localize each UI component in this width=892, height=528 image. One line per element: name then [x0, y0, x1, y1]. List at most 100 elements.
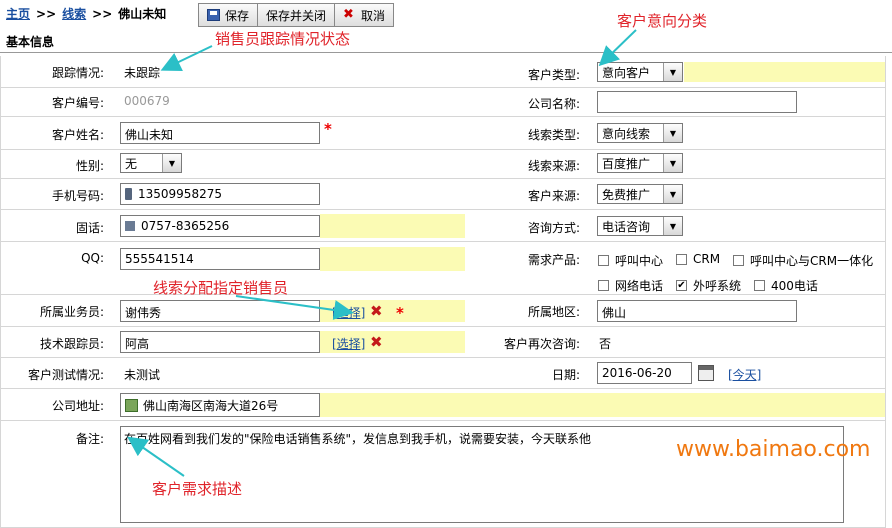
qq-input[interactable]: 555541514	[120, 248, 320, 270]
mobile-phone-icon	[125, 188, 132, 200]
lead-type-select[interactable]: 意向线索 ▼	[597, 123, 683, 143]
breadcrumb-leads-link[interactable]: 线索	[62, 7, 86, 21]
cancel-button[interactable]: ✖ 取消	[335, 4, 393, 26]
product-option-label: 呼叫中心与CRM一体化	[750, 254, 874, 268]
customer-no-value: 000679	[124, 94, 170, 108]
landline-label: 固话:	[75, 221, 104, 235]
re-inquiry-label: 客户再次咨询:	[503, 337, 580, 351]
cancel-button-label: 取消	[361, 8, 386, 23]
clear-tech-tracker-icon[interactable]: ✖	[370, 333, 383, 351]
product-option-label: 外呼系统	[693, 279, 742, 293]
landline-input[interactable]: 0757-8365256	[120, 215, 320, 237]
close-icon: ✖	[343, 7, 354, 22]
qq-label: QQ:	[81, 251, 104, 265]
customer-type-select[interactable]: 意向客户 ▼	[597, 62, 683, 82]
section-divider	[0, 52, 892, 53]
telephone-icon	[125, 221, 135, 231]
grid-border-right	[885, 56, 886, 527]
gender-select-value: 无	[125, 156, 138, 171]
breadcrumb-separator: >>	[36, 7, 57, 21]
product-checkbox[interactable]: 400电话	[754, 277, 818, 294]
tracking-status-value: 未跟踪	[124, 66, 161, 80]
lead-source-value: 百度推广	[602, 156, 651, 171]
save-button[interactable]: 保存	[199, 4, 259, 26]
mobile-label: 手机号码:	[51, 189, 104, 203]
breadcrumb-separator: >>	[92, 7, 113, 21]
annotation-assign: 线索分配指定销售员	[153, 279, 289, 297]
product-checkbox[interactable]: ✔ 外呼系统	[676, 277, 741, 294]
tracking-status-label: 跟踪情况:	[51, 66, 104, 80]
gender-select[interactable]: 无 ▼	[120, 153, 182, 173]
product-checkbox[interactable]: 呼叫中心与CRM一体化	[733, 252, 873, 269]
highlight-strip	[684, 62, 885, 82]
tech-tracker-select-link[interactable]: [选择]	[332, 335, 365, 352]
sales-rep-select-link[interactable]: [选择]	[332, 304, 365, 321]
lead-source-label: 线索来源:	[527, 159, 580, 173]
highlight-strip	[320, 393, 885, 417]
checkmark-icon: ✔	[676, 280, 687, 291]
customer-name-input[interactable]: 佛山未知	[120, 122, 320, 144]
sales-rep-label: 所属业务员:	[39, 305, 104, 319]
save-close-button[interactable]: 保存并关闭	[258, 4, 336, 26]
breadcrumb-home-link[interactable]: 主页	[6, 7, 30, 21]
lead-source-select[interactable]: 百度推广 ▼	[597, 153, 683, 173]
customer-type-value: 意向客户	[602, 65, 651, 80]
mobile-input[interactable]: 13509958275	[120, 183, 320, 205]
annotation-needs: 客户需求描述	[152, 480, 243, 498]
breadcrumb: 主页 >> 线索 >> 佛山未知	[6, 5, 166, 22]
checkbox-icon	[676, 253, 687, 265]
tech-tracker-input[interactable]: 阿高	[120, 331, 320, 353]
customer-no-label: 客户编号:	[51, 96, 104, 110]
highlight-strip	[320, 214, 465, 238]
tech-tracker-label: 技术跟踪员:	[39, 337, 104, 351]
product-option-label: 呼叫中心	[615, 254, 664, 268]
test-status-value: 未测试	[124, 368, 161, 382]
remarks-label: 备注:	[75, 432, 104, 446]
company-name-input[interactable]	[597, 91, 797, 113]
region-input[interactable]: 佛山	[597, 300, 797, 322]
date-input[interactable]: 2016-06-20	[597, 362, 692, 384]
product-checkbox[interactable]: CRM	[676, 252, 720, 266]
mobile-value: 13509958275	[138, 187, 222, 201]
chevron-down-icon: ▼	[663, 63, 682, 81]
sales-rep-input[interactable]: 谢伟秀	[120, 300, 320, 322]
checkbox-icon	[598, 255, 609, 266]
lead-type-value: 意向线索	[602, 126, 651, 141]
today-link[interactable]: [今天]	[728, 366, 761, 383]
product-checkbox[interactable]: 网络电话	[598, 277, 663, 294]
company-name-label: 公司名称:	[527, 97, 580, 111]
inquiry-method-value: 电话咨询	[602, 219, 651, 234]
annotation-tracking: 销售员跟踪情况状态	[215, 30, 351, 48]
required-products-label: 需求产品:	[527, 253, 580, 267]
clear-sales-rep-icon[interactable]: ✖	[370, 302, 383, 320]
customer-source-label: 客户来源:	[527, 189, 580, 203]
gender-label: 性别:	[75, 159, 104, 173]
customer-name-label: 客户姓名:	[51, 128, 104, 142]
save-icon	[207, 9, 220, 21]
annotation-intent: 客户意向分类	[617, 12, 708, 30]
watermark: www.baimao.com	[676, 437, 871, 462]
inquiry-method-label: 咨询方式:	[527, 221, 580, 235]
lead-type-label: 线索类型:	[527, 128, 580, 142]
toolbar: 保存 保存并关闭 ✖ 取消	[198, 3, 395, 27]
chevron-down-icon: ▼	[663, 185, 682, 203]
product-checkbox[interactable]: 呼叫中心	[598, 252, 663, 269]
date-label: 日期:	[551, 368, 580, 382]
test-status-label: 客户测试情况:	[27, 368, 104, 382]
calendar-icon[interactable]	[698, 365, 714, 381]
customer-type-label: 客户类型:	[527, 68, 580, 82]
grid-border-left	[0, 56, 1, 527]
highlight-strip	[320, 247, 465, 271]
checkbox-icon	[598, 280, 609, 291]
inquiry-method-select[interactable]: 电话咨询 ▼	[597, 216, 683, 236]
customer-source-value: 免费推广	[602, 187, 651, 202]
re-inquiry-value: 否	[599, 337, 612, 351]
customer-source-select[interactable]: 免费推广 ▼	[597, 184, 683, 204]
breadcrumb-current: 佛山未知	[118, 7, 167, 21]
chevron-down-icon: ▼	[162, 154, 181, 172]
region-label: 所属地区:	[527, 305, 580, 319]
chevron-down-icon: ▼	[663, 124, 682, 142]
chevron-down-icon: ▼	[663, 154, 682, 172]
map-icon	[125, 399, 138, 412]
company-address-input[interactable]: 佛山南海区南海大道26号	[120, 393, 320, 417]
